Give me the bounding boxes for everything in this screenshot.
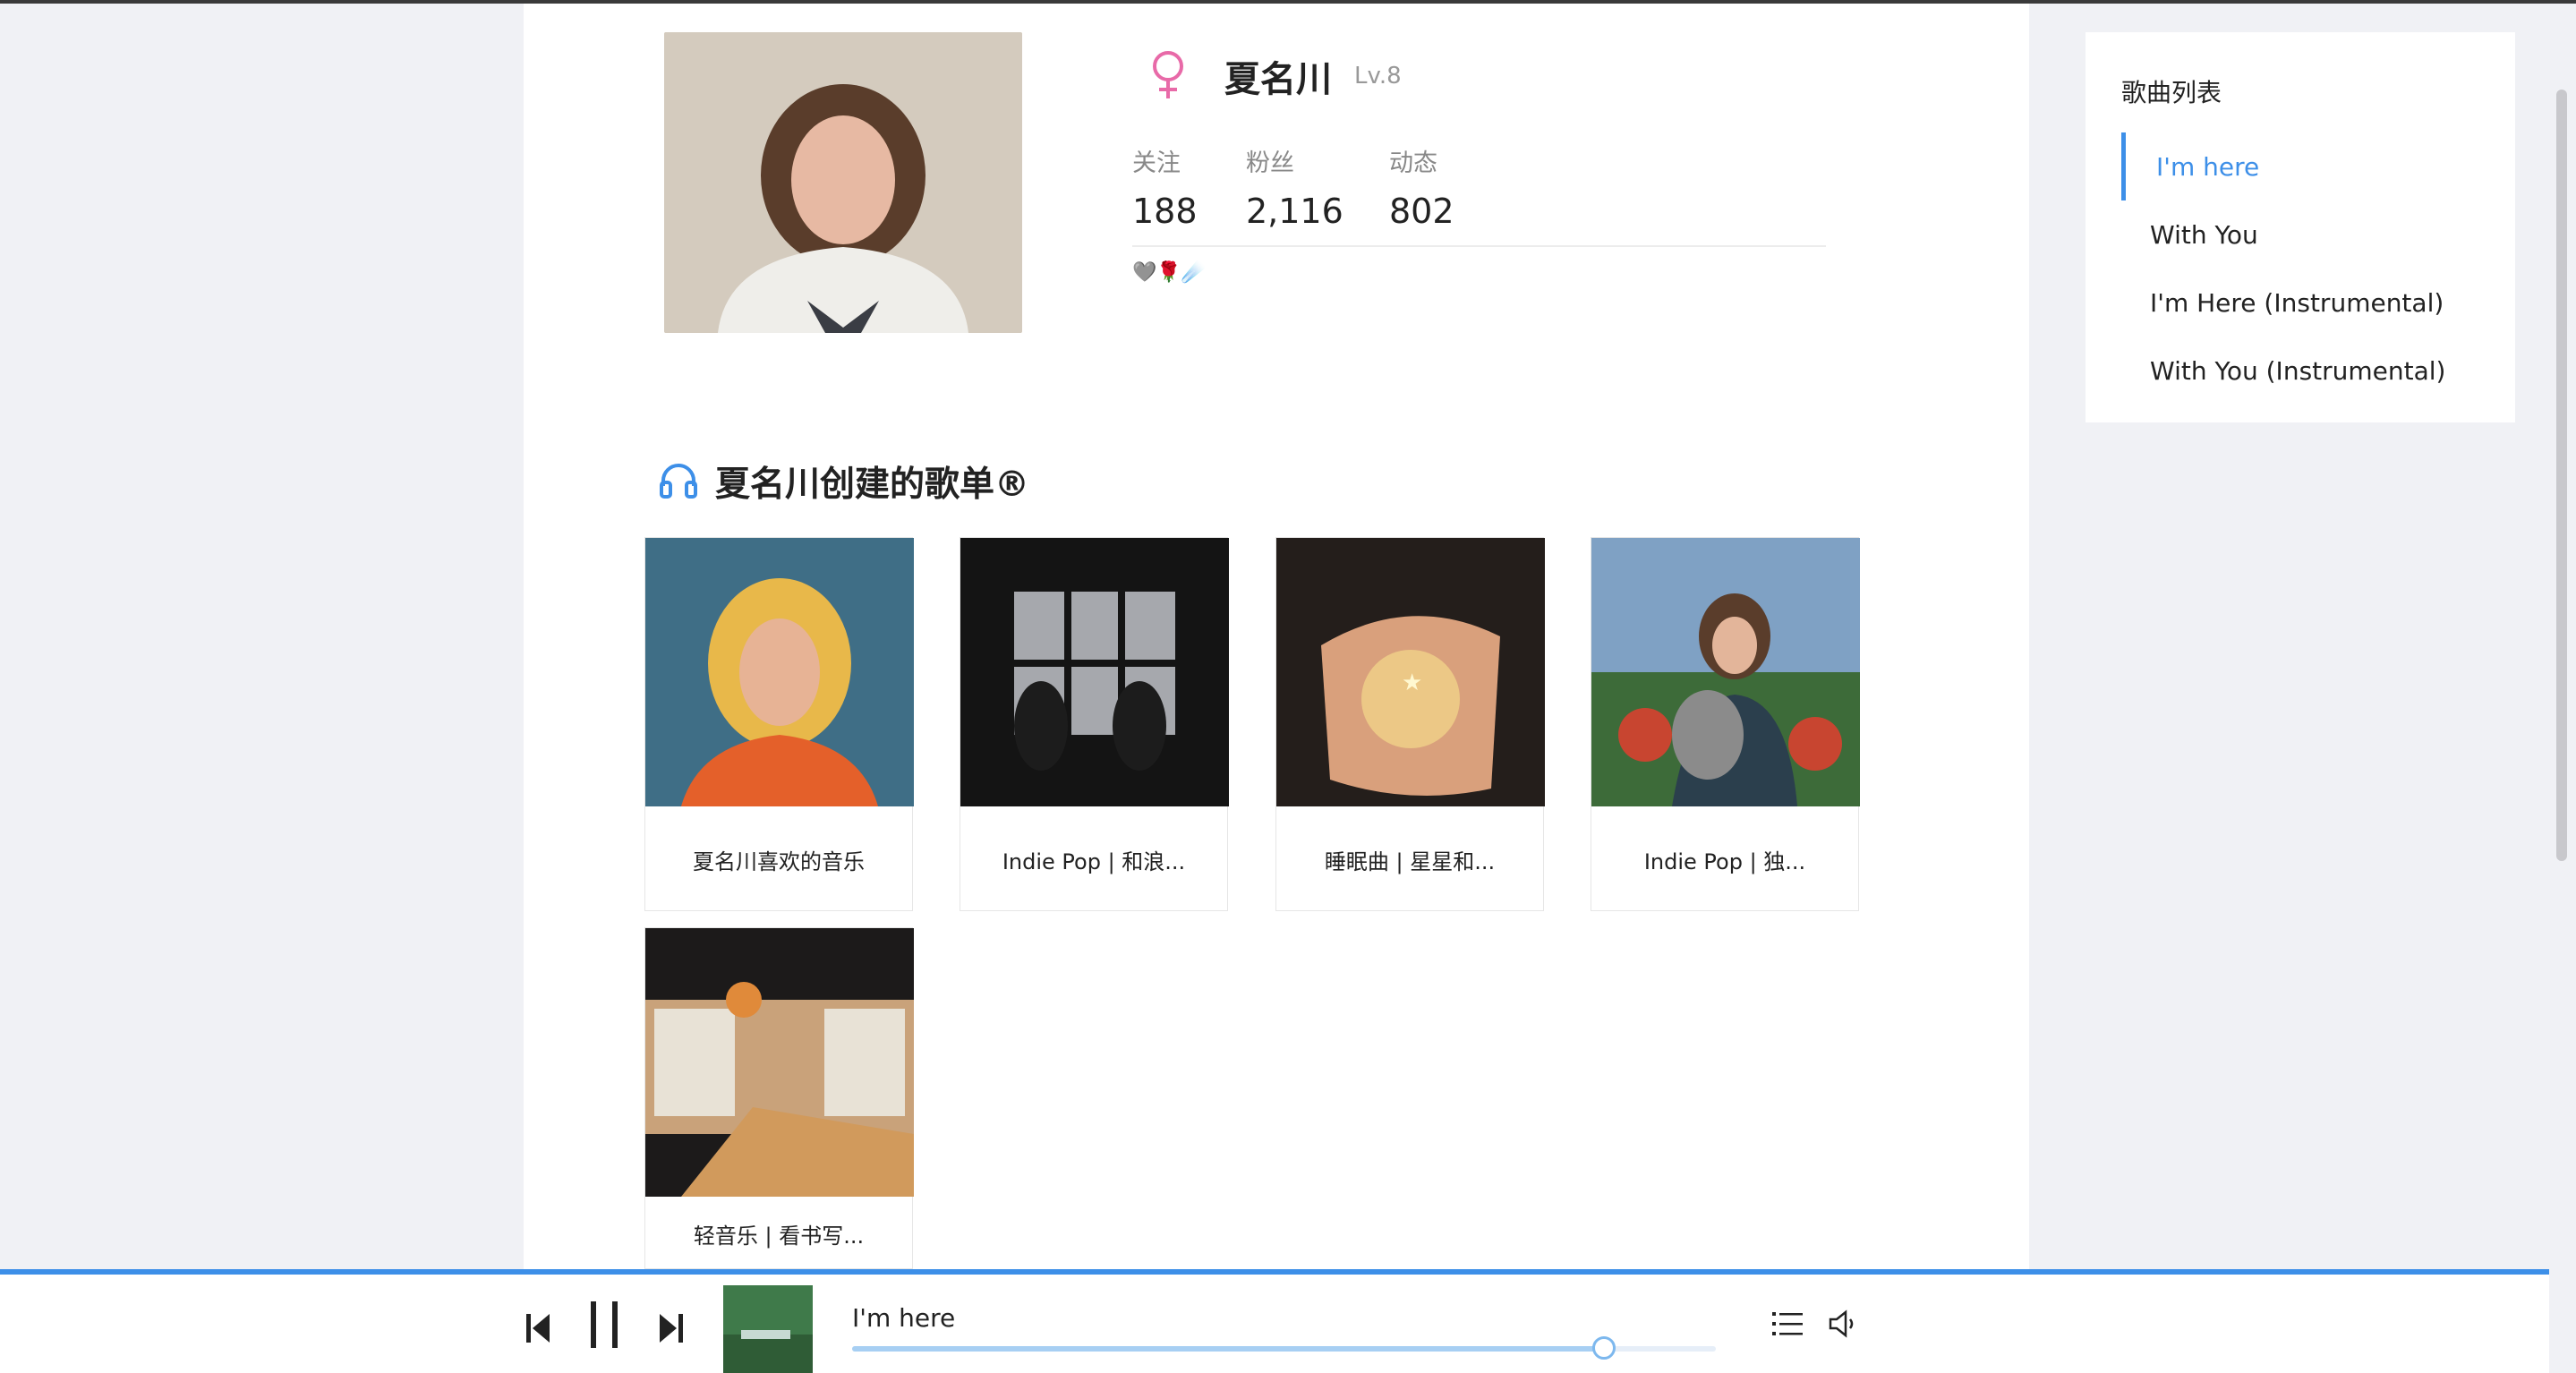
signature-emoji: 🩶🌹☄️ xyxy=(1132,261,1206,288)
playlist-cover xyxy=(960,538,1229,806)
following-label: 关注 xyxy=(1132,149,1181,177)
song-list-title: 歌曲列表 xyxy=(2121,78,2222,107)
song-list-item[interactable]: With You xyxy=(2121,200,2497,269)
player-bar: I'm here xyxy=(0,1269,2549,1373)
playlist-title: 夏名川喜欢的音乐 xyxy=(693,849,865,874)
progress-fill xyxy=(852,1346,1604,1352)
followers-label: 粉丝 xyxy=(1246,149,1294,177)
progress-bar[interactable] xyxy=(852,1336,1716,1360)
playlist-title: Indie Pop | 独... xyxy=(1643,849,1806,874)
level-badge: Lv.8 xyxy=(1354,63,1402,90)
now-playing-cover xyxy=(723,1285,813,1373)
playlists-section-header: 夏名川创建的歌单® xyxy=(658,456,1029,507)
song-list-item[interactable]: I'm here xyxy=(2121,132,2497,200)
playlist-card[interactable]: Indie Pop | 和浪... xyxy=(960,537,1229,911)
playlist-icon[interactable] xyxy=(1772,1310,1803,1341)
song-list-panel: 歌曲列表 I'm here With You I'm Here (Instrum… xyxy=(2086,32,2515,422)
playlist-title: Indie Pop | 和浪... xyxy=(1002,849,1186,874)
playlists-section-title: 夏名川创建的歌单® xyxy=(715,465,1030,505)
playlist-card[interactable]: 夏名川喜欢的音乐 xyxy=(644,537,914,911)
previous-track-icon[interactable] xyxy=(525,1312,553,1348)
posts-count[interactable]: 802 xyxy=(1389,192,1454,231)
signature-text: 🩶🌹☄️ xyxy=(1132,261,1207,284)
progress-knob[interactable] xyxy=(1591,1336,1616,1360)
playlist-cover: ★ xyxy=(1276,538,1545,806)
followers-count[interactable]: 2,116 xyxy=(1246,192,1343,231)
now-playing-title: I'm here xyxy=(852,1303,956,1333)
page-scrollbar[interactable] xyxy=(2556,90,2567,861)
song-list-item[interactable]: With You (Instrumental) xyxy=(2121,337,2497,405)
svg-text:★: ★ xyxy=(1402,669,1422,696)
headphones-icon xyxy=(658,459,699,504)
profile-divider xyxy=(1132,245,1826,247)
playlist-title: 轻音乐 | 看书写... xyxy=(693,1223,865,1249)
pause-icon[interactable] xyxy=(587,1300,623,1353)
profile-avatar xyxy=(664,32,1022,333)
playlist-cover xyxy=(645,928,914,1197)
profile-name: 夏名川 xyxy=(1224,59,1332,100)
female-icon xyxy=(1146,48,1190,102)
posts-label: 动态 xyxy=(1389,149,1437,177)
following-count[interactable]: 188 xyxy=(1132,192,1198,231)
playlist-cover xyxy=(645,538,914,806)
playlist-card[interactable]: Indie Pop | 独... xyxy=(1591,537,1860,911)
playlist-card[interactable]: ★ 睡眠曲 | 星星和... xyxy=(1275,537,1545,911)
next-track-icon[interactable] xyxy=(656,1312,685,1348)
song-list-item[interactable]: I'm Here (Instrumental) xyxy=(2121,269,2497,337)
volume-icon[interactable] xyxy=(1828,1309,1860,1343)
playlist-card[interactable]: 轻音乐 | 看书写... xyxy=(644,927,914,1269)
playlist-title: 睡眠曲 | 星星和... xyxy=(1324,849,1496,874)
playlist-cover xyxy=(1591,538,1860,806)
